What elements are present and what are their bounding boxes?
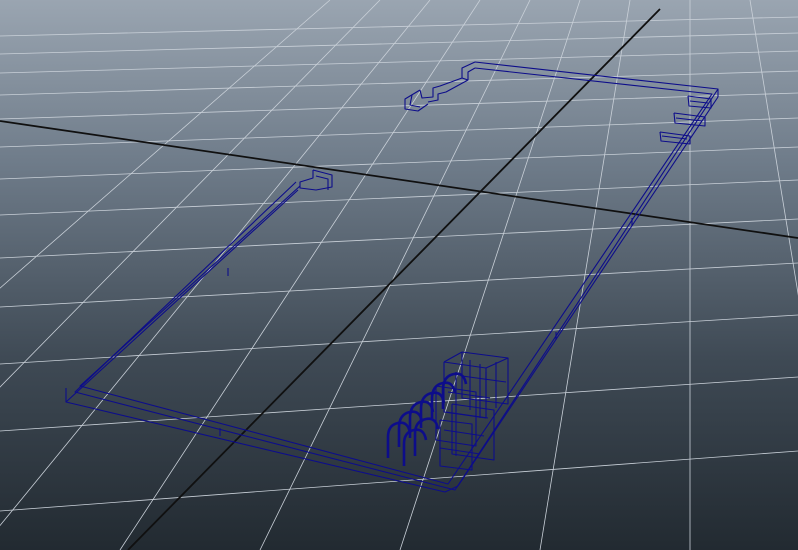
right-clip-top[interactable] <box>687 95 712 109</box>
back-lower-handle[interactable] <box>404 89 429 112</box>
perspective-viewport[interactable] <box>0 0 798 550</box>
scene-canvas[interactable] <box>0 0 798 550</box>
wireframe-model[interactable] <box>65 61 719 493</box>
left-side-clip[interactable] <box>299 169 333 191</box>
z-axis-line <box>127 8 661 550</box>
x-axis-line <box>0 120 798 239</box>
arch-stack[interactable] <box>386 372 468 466</box>
